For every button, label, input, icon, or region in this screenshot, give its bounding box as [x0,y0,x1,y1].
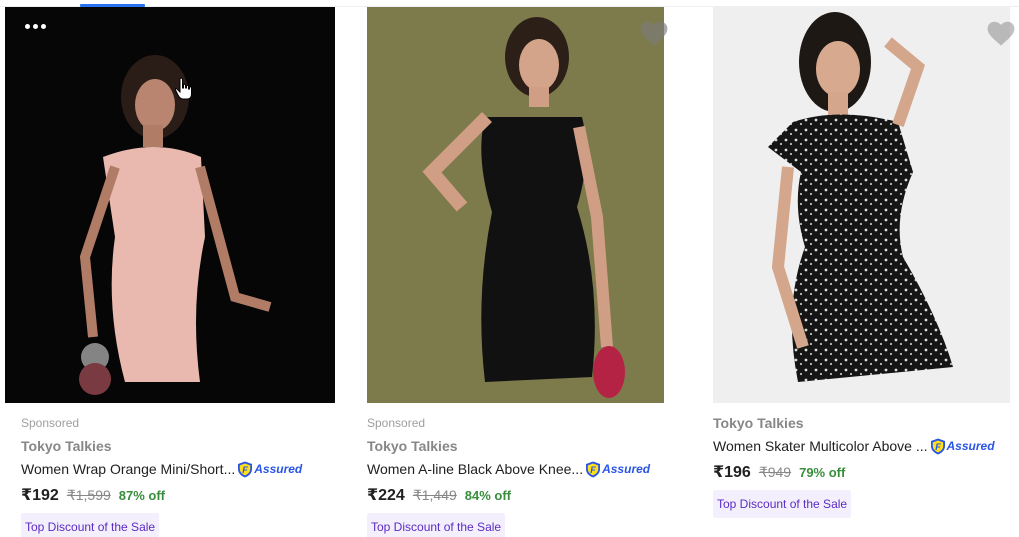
flipkart-assured-icon: F [586,461,601,477]
sponsored-label: Sponsored [367,416,426,430]
original-price: ₹1,599 [66,487,111,503]
original-price: ₹949 [758,464,792,480]
product-photo [713,7,1010,403]
assured-badge: F Assured [930,438,995,455]
product-info: Tokyo Talkies Women Skater Multicolor Ab… [713,415,995,518]
assured-label: Assured [602,462,651,476]
heart-icon[interactable] [987,21,1015,47]
product-image[interactable] [713,7,1010,403]
assured-label: Assured [946,439,995,453]
product-photo [5,7,335,403]
sponsored-label: Sponsored [21,416,80,430]
heart-icon[interactable] [640,21,668,47]
original-price: ₹1,449 [412,487,457,503]
more-dots-icon[interactable] [25,24,46,29]
product-title[interactable]: Women Skater Multicolor Above ... [713,438,928,454]
discount-percent: 87% off [118,488,166,503]
discount-percent: 79% off [799,465,846,480]
selling-price: ₹196 [713,464,751,481]
product-card[interactable]: Sponsored Tokyo Talkies Women Wrap Orang… [0,0,340,537]
brand-name: Tokyo Talkies [713,415,804,431]
product-photo [367,7,664,403]
product-grid: Sponsored Tokyo Talkies Women Wrap Orang… [0,0,1019,537]
discount-percent: 84% off [464,488,512,503]
product-image[interactable] [5,7,335,403]
product-image[interactable] [367,7,664,403]
brand-name: Tokyo Talkies [367,438,458,454]
product-info: Sponsored Tokyo Talkies Women A-line Bla… [367,416,650,537]
product-info: Sponsored Tokyo Talkies Women Wrap Orang… [21,416,302,537]
product-title[interactable]: Women Wrap Orange Mini/Short... [21,461,235,477]
selling-price: ₹192 [21,487,59,504]
offer-tag: Top Discount of the Sale [367,513,506,537]
flipkart-assured-icon: F [238,461,253,477]
brand-name: Tokyo Talkies [21,438,112,454]
product-card[interactable]: Sponsored Tokyo Talkies Women A-line Bla… [346,0,686,537]
product-title[interactable]: Women A-line Black Above Knee... [367,461,583,477]
svg-text:F: F [242,465,248,475]
svg-text:F: F [935,442,941,452]
assured-badge: F Assured [237,461,302,478]
selling-price: ₹224 [367,487,405,504]
offer-tag: Top Discount of the Sale [21,513,160,537]
product-card[interactable]: Tokyo Talkies Women Skater Multicolor Ab… [692,0,1019,537]
assured-badge: F Assured [585,461,650,478]
assured-label: Assured [254,462,303,476]
svg-text:F: F [590,465,596,475]
hand-cursor-icon [174,77,192,100]
flipkart-assured-icon: F [930,438,945,454]
offer-tag: Top Discount of the Sale [713,490,852,518]
